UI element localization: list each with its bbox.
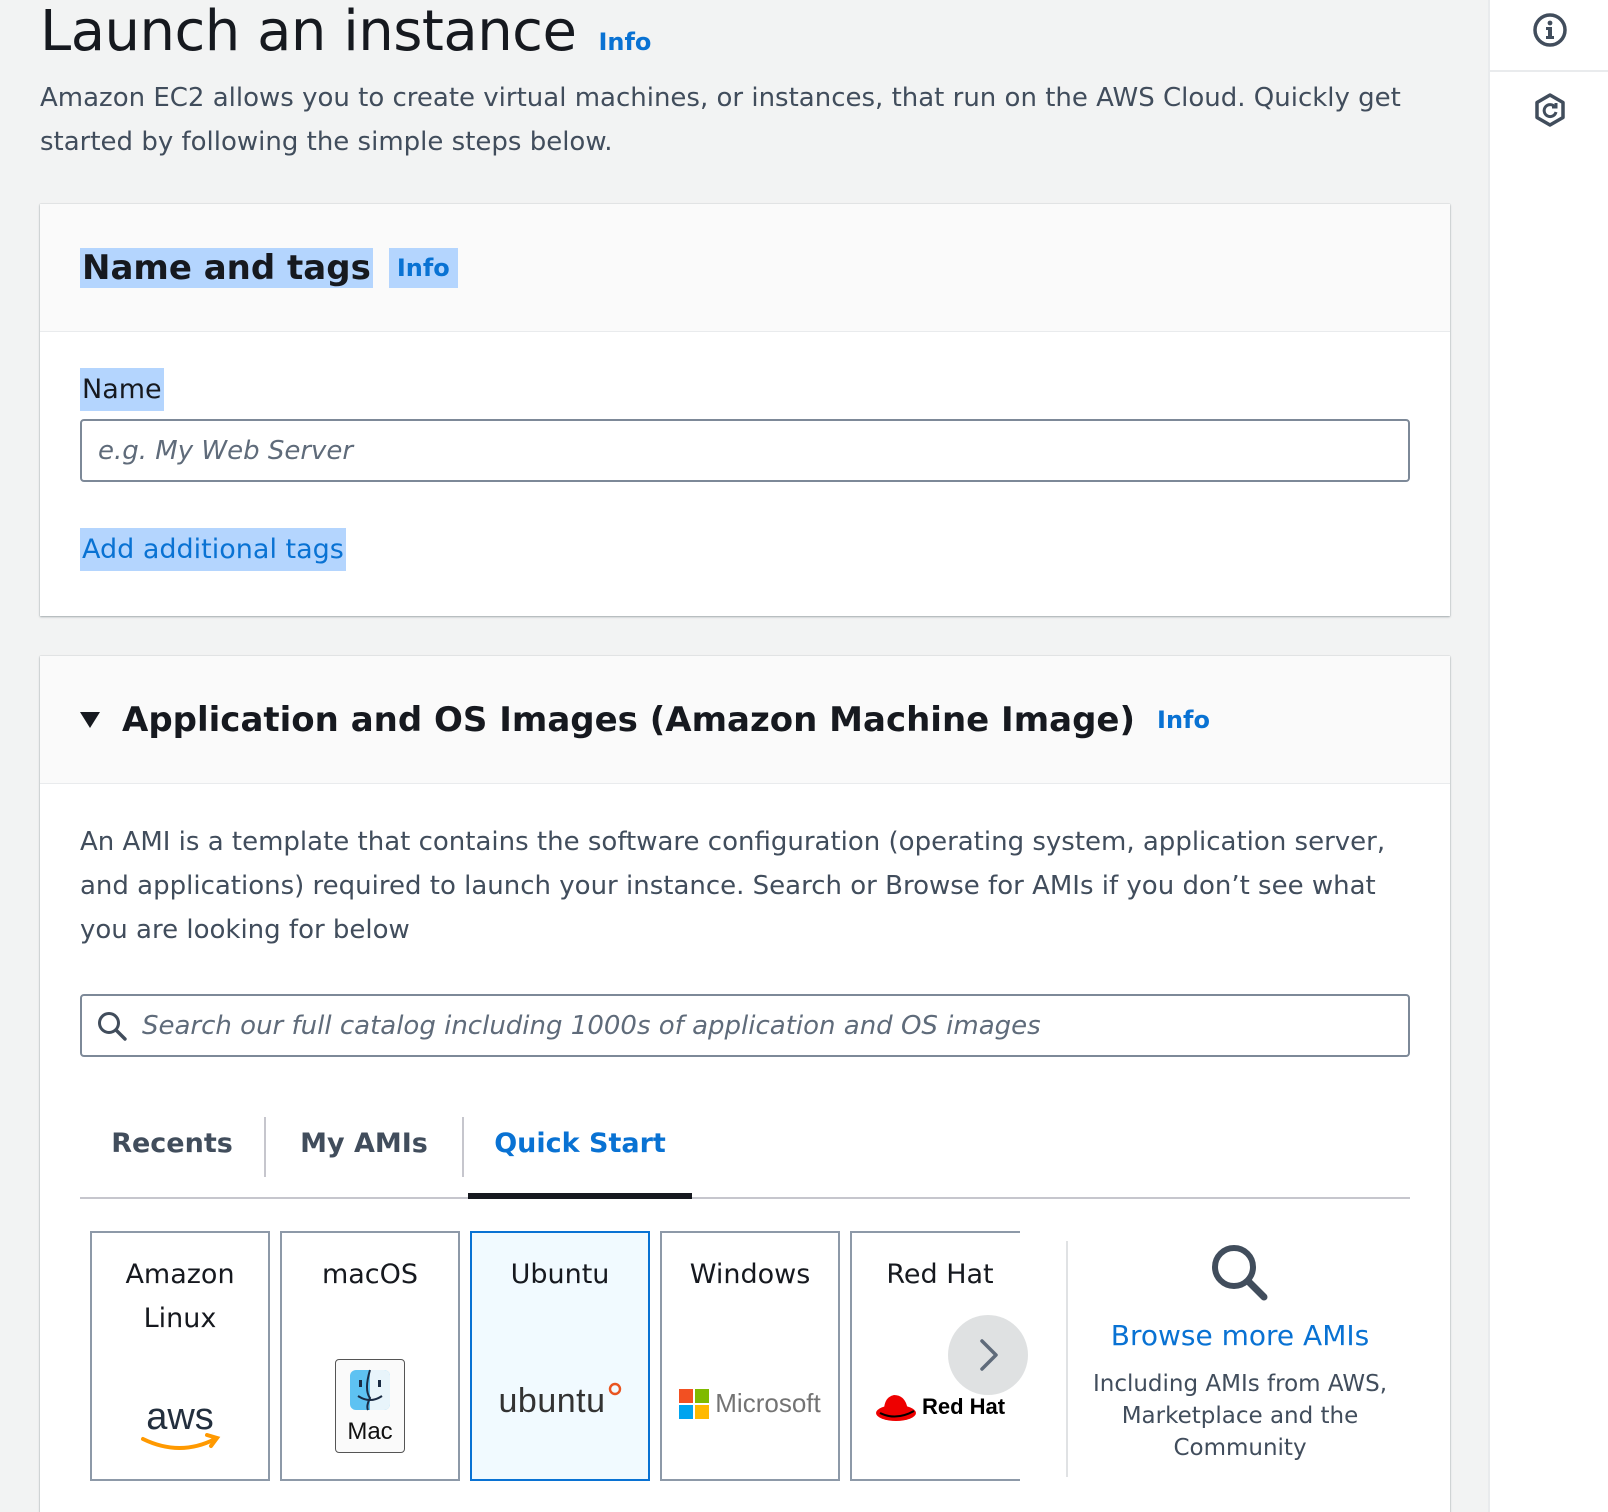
main-content: Launch an instance Info Amazon EC2 allow… <box>40 0 1450 1512</box>
tab-my-amis[interactable]: My AMIs <box>266 1091 462 1195</box>
os-tile-label: Ubuntu <box>510 1259 610 1290</box>
os-tile-label: Windows <box>689 1259 811 1290</box>
os-tile-label: Amazon Linux <box>125 1259 235 1334</box>
name-field-label: Name <box>80 368 164 411</box>
ubuntu-logo-icon: ubuntu <box>472 1382 648 1421</box>
quick-start-tiles: Amazon Linux aws macOS Mac Ubuntu ubuntu… <box>80 1231 1410 1481</box>
right-tools-rail <box>1488 0 1608 1512</box>
name-and-tags-header: Name and tags Info <box>40 204 1450 332</box>
browse-more-amis-link[interactable]: Browse more AMIs <box>1080 1319 1400 1352</box>
mac-logo-text: Mac <box>347 1418 393 1445</box>
os-tile-amazon-linux[interactable]: Amazon Linux aws <box>90 1231 270 1481</box>
microsoft-logo-icon: Microsoft <box>662 1388 838 1419</box>
collapse-caret-icon[interactable] <box>80 711 100 728</box>
red-hat-logo-icon: Red Hat <box>852 1391 1020 1423</box>
search-icon <box>1212 1245 1268 1301</box>
info-panel-button[interactable] <box>1510 0 1590 70</box>
page-description: Amazon EC2 allows you to create virtual … <box>40 83 1401 157</box>
os-tile-strip: Amazon Linux aws macOS Mac Ubuntu ubuntu… <box>90 1231 1020 1481</box>
name-and-tags-info-link[interactable]: Info <box>388 247 458 288</box>
os-tile-label: macOS <box>321 1259 419 1290</box>
aws-logo-text: aws <box>146 1396 214 1438</box>
microsoft-logo-text: Microsoft <box>715 1388 821 1418</box>
aws-logo-icon: aws <box>92 1395 268 1455</box>
ami-search-box[interactable] <box>80 994 1410 1057</box>
os-tile-label: Red Hat <box>886 1259 994 1290</box>
name-input[interactable] <box>80 419 1410 482</box>
browse-more-amis-subtext: Including AMIs from AWS, Marketplace and… <box>1092 1371 1388 1461</box>
page-header: Launch an instance Info Amazon EC2 allow… <box>40 0 1450 164</box>
ami-header: Application and OS Images (Amazon Machin… <box>40 656 1450 784</box>
ami-tabs: Recents My AMIs Quick Start <box>80 1091 1410 1199</box>
browse-more-amis: Browse more AMIs Including AMIs from AWS… <box>1080 1241 1400 1464</box>
tab-recents[interactable]: Recents <box>80 1091 264 1195</box>
ami-search-input[interactable] <box>142 997 1408 1054</box>
name-and-tags-panel: Name and tags Info Name Add additional t… <box>40 204 1450 616</box>
browse-divider <box>1066 1241 1068 1477</box>
ubuntu-logo-text: ubuntu <box>498 1382 606 1420</box>
tiles-next-button[interactable] <box>948 1315 1028 1395</box>
page-title: Launch an instance <box>40 0 577 64</box>
ami-description: An AMI is a template that contains the s… <box>80 827 1386 945</box>
tab-quick-start[interactable]: Quick Start <box>464 1091 696 1199</box>
os-tile-windows[interactable]: Windows Microsoft <box>660 1231 840 1481</box>
ami-panel: Application and OS Images (Amazon Machin… <box>40 656 1450 1512</box>
name-and-tags-title: Name and tags <box>80 247 373 288</box>
os-tile-ubuntu[interactable]: Ubuntu ubuntu <box>470 1231 650 1481</box>
info-circle-icon <box>1533 13 1567 47</box>
search-icon <box>98 1011 127 1041</box>
mac-finder-logo-icon: Mac <box>282 1359 458 1453</box>
ami-info-link[interactable]: Info <box>1157 706 1210 734</box>
red-hat-logo-text: Red Hat <box>922 1394 1006 1419</box>
add-additional-tags-link[interactable]: Add additional tags <box>80 528 346 571</box>
os-tile-macos[interactable]: macOS Mac <box>280 1231 460 1481</box>
ami-title[interactable]: Application and OS Images (Amazon Machin… <box>122 700 1135 740</box>
chevron-right-icon <box>980 1339 998 1371</box>
page-info-link[interactable]: Info <box>598 28 651 56</box>
hexagon-refresh-icon <box>1535 93 1565 127</box>
tutorial-panel-button[interactable] <box>1510 70 1590 150</box>
